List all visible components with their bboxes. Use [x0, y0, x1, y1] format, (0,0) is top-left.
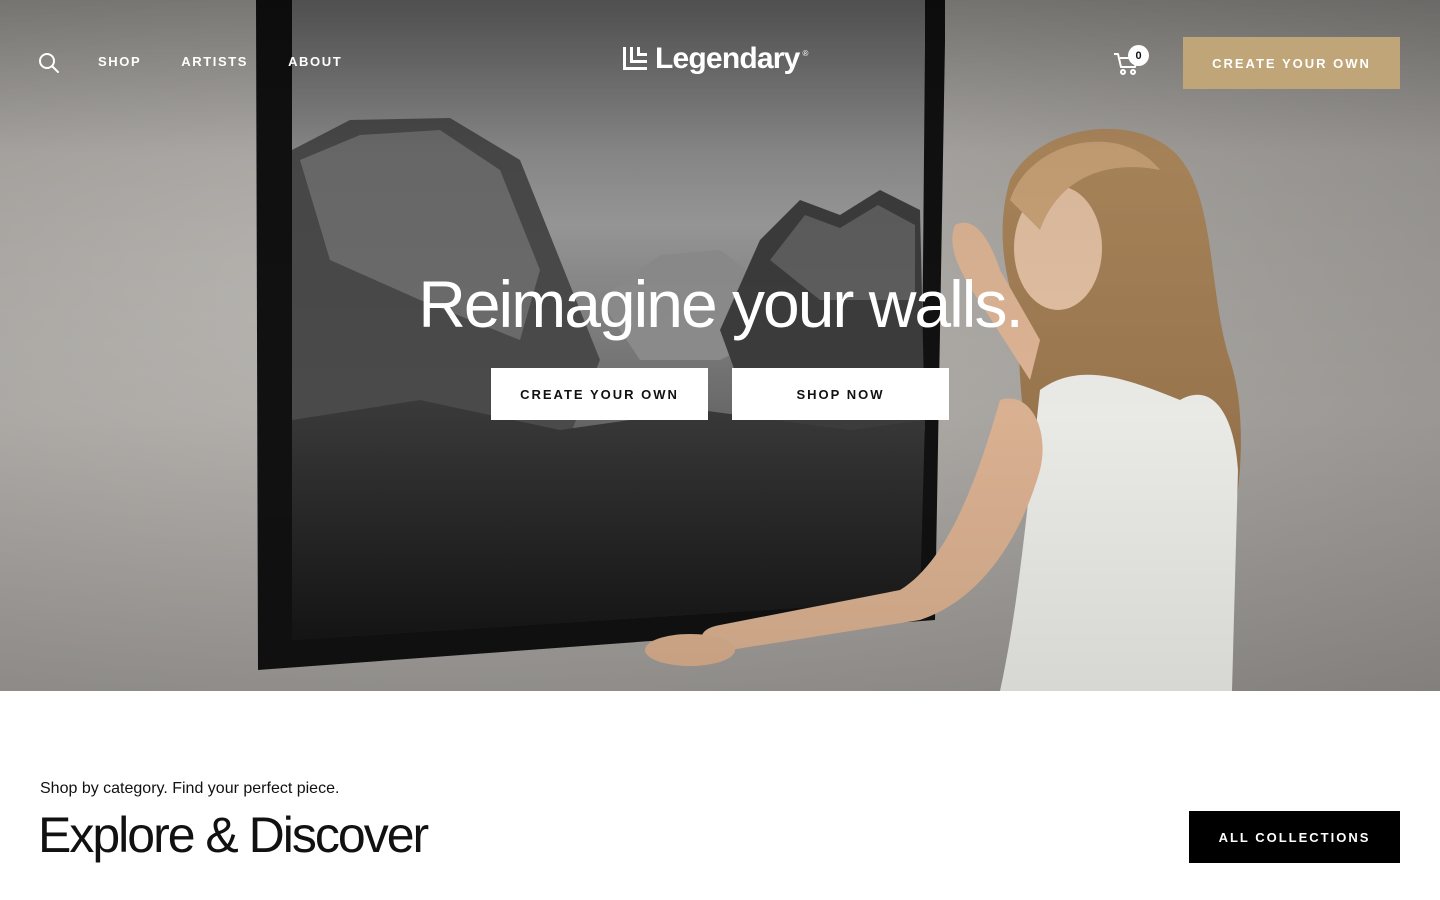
section-eyebrow: Shop by category. Find your perfect piec… [40, 780, 340, 797]
nav-link-artists[interactable]: ARTISTS [181, 54, 248, 69]
site-header: SHOP ARTISTS ABOUT Legendary ® 0 CREATE … [0, 0, 1440, 125]
logo-wordmark: Legendary [655, 42, 800, 75]
hero-title: Reimagine your walls. [418, 267, 1024, 341]
nav-link-about[interactable]: ABOUT [288, 54, 342, 69]
nav-link-shop[interactable]: SHOP [98, 54, 141, 69]
shop-now-button[interactable]: SHOP NOW [732, 368, 949, 420]
cart-count-badge: 0 [1128, 45, 1149, 66]
create-your-own-header-button[interactable]: CREATE YOUR OWN [1183, 37, 1400, 89]
section-title: Explore & Discover [38, 807, 429, 863]
search-icon[interactable] [38, 52, 60, 74]
main-nav: SHOP ARTISTS ABOUT [98, 54, 382, 69]
registered-mark: ® [802, 48, 809, 58]
brand-logo[interactable]: Legendary ® [622, 44, 808, 74]
logo-mark-icon [623, 47, 647, 70]
create-your-own-button[interactable]: CREATE YOUR OWN [491, 368, 708, 420]
all-collections-button[interactable]: ALL COLLECTIONS [1189, 811, 1400, 863]
